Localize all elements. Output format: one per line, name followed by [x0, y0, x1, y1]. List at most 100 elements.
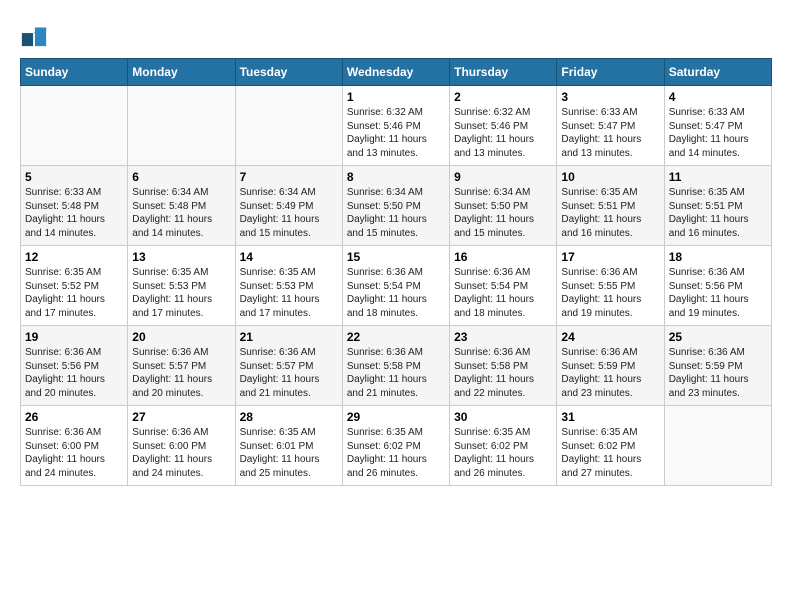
day-info: Sunrise: 6:35 AM Sunset: 5:53 PM Dayligh… [240, 266, 338, 320]
day-number: 24 [561, 330, 659, 344]
day-number: 18 [669, 250, 767, 264]
calendar-cell [128, 86, 235, 166]
day-info: Sunrise: 6:36 AM Sunset: 5:57 PM Dayligh… [132, 346, 230, 400]
day-info: Sunrise: 6:36 AM Sunset: 6:00 PM Dayligh… [132, 426, 230, 480]
day-info: Sunrise: 6:32 AM Sunset: 5:46 PM Dayligh… [454, 106, 552, 160]
day-number: 2 [454, 90, 552, 104]
calendar-cell [21, 86, 128, 166]
day-info: Sunrise: 6:33 AM Sunset: 5:48 PM Dayligh… [25, 186, 123, 240]
day-info: Sunrise: 6:32 AM Sunset: 5:46 PM Dayligh… [347, 106, 445, 160]
day-number: 9 [454, 170, 552, 184]
calendar-cell: 28 Sunrise: 6:35 AM Sunset: 6:01 PM Dayli… [235, 406, 342, 486]
day-number: 30 [454, 410, 552, 424]
day-info: Sunrise: 6:35 AM Sunset: 6:01 PM Dayligh… [240, 426, 338, 480]
day-info: Sunrise: 6:34 AM Sunset: 5:49 PM Dayligh… [240, 186, 338, 240]
day-number: 31 [561, 410, 659, 424]
calendar-header-row: SundayMondayTuesdayWednesdayThursdayFrid… [21, 59, 772, 86]
calendar-cell: 26 Sunrise: 6:36 AM Sunset: 6:00 PM Dayli… [21, 406, 128, 486]
day-info: Sunrise: 6:35 AM Sunset: 6:02 PM Dayligh… [347, 426, 445, 480]
day-number: 11 [669, 170, 767, 184]
day-info: Sunrise: 6:36 AM Sunset: 5:54 PM Dayligh… [347, 266, 445, 320]
day-info: Sunrise: 6:36 AM Sunset: 5:59 PM Dayligh… [561, 346, 659, 400]
day-info: Sunrise: 6:35 AM Sunset: 5:51 PM Dayligh… [669, 186, 767, 240]
calendar-cell: 6Sunrise: 6:34 AM Sunset: 5:48 PM Daylig… [128, 166, 235, 246]
day-number: 17 [561, 250, 659, 264]
calendar-cell: 8 Sunrise: 6:34 AM Sunset: 5:50 PM Daylig… [342, 166, 449, 246]
calendar-week-5: 26 Sunrise: 6:36 AM Sunset: 6:00 PM Dayli… [21, 406, 772, 486]
logo [20, 20, 50, 48]
day-number: 19 [25, 330, 123, 344]
calendar-cell: 2 Sunrise: 6:32 AM Sunset: 5:46 PM Daylig… [450, 86, 557, 166]
day-number: 8 [347, 170, 445, 184]
day-number: 7 [240, 170, 338, 184]
calendar-cell: 29 Sunrise: 6:35 AM Sunset: 6:02 PM Dayli… [342, 406, 449, 486]
day-info: Sunrise: 6:34 AM Sunset: 5:50 PM Dayligh… [347, 186, 445, 240]
calendar-cell: 31 Sunrise: 6:35 AM Sunset: 6:02 PM Dayli… [557, 406, 664, 486]
day-number: 16 [454, 250, 552, 264]
day-info: Sunrise: 6:36 AM Sunset: 5:54 PM Dayligh… [454, 266, 552, 320]
calendar-cell: 21Sunrise: 6:36 AM Sunset: 5:57 PM Dayli… [235, 326, 342, 406]
day-number: 1 [347, 90, 445, 104]
day-number: 3 [561, 90, 659, 104]
day-header-sunday: Sunday [21, 59, 128, 86]
day-number: 29 [347, 410, 445, 424]
day-info: Sunrise: 6:36 AM Sunset: 5:58 PM Dayligh… [454, 346, 552, 400]
day-number: 10 [561, 170, 659, 184]
day-number: 12 [25, 250, 123, 264]
day-number: 27 [132, 410, 230, 424]
calendar-cell: 10 Sunrise: 6:35 AM Sunset: 5:51 PM Dayli… [557, 166, 664, 246]
day-info: Sunrise: 6:36 AM Sunset: 5:57 PM Dayligh… [240, 346, 338, 400]
day-header-monday: Monday [128, 59, 235, 86]
day-header-friday: Friday [557, 59, 664, 86]
day-number: 4 [669, 90, 767, 104]
day-info: Sunrise: 6:35 AM Sunset: 5:51 PM Dayligh… [561, 186, 659, 240]
day-number: 20 [132, 330, 230, 344]
day-header-wednesday: Wednesday [342, 59, 449, 86]
day-header-tuesday: Tuesday [235, 59, 342, 86]
day-info: Sunrise: 6:34 AM Sunset: 5:48 PM Dayligh… [132, 186, 230, 240]
calendar-cell: 27 Sunrise: 6:36 AM Sunset: 6:00 PM Dayli… [128, 406, 235, 486]
day-number: 5 [25, 170, 123, 184]
logo-icon [20, 20, 48, 48]
day-info: Sunrise: 6:35 AM Sunset: 6:02 PM Dayligh… [561, 426, 659, 480]
day-info: Sunrise: 6:35 AM Sunset: 5:52 PM Dayligh… [25, 266, 123, 320]
day-info: Sunrise: 6:33 AM Sunset: 5:47 PM Dayligh… [669, 106, 767, 160]
day-number: 22 [347, 330, 445, 344]
calendar-cell: 5 Sunrise: 6:33 AM Sunset: 5:48 PM Daylig… [21, 166, 128, 246]
calendar-cell: 3 Sunrise: 6:33 AM Sunset: 5:47 PM Daylig… [557, 86, 664, 166]
calendar-cell [664, 406, 771, 486]
day-info: Sunrise: 6:36 AM Sunset: 6:00 PM Dayligh… [25, 426, 123, 480]
day-number: 15 [347, 250, 445, 264]
calendar-week-1: 1 Sunrise: 6:32 AM Sunset: 5:46 PM Daylig… [21, 86, 772, 166]
day-number: 25 [669, 330, 767, 344]
calendar-cell: 12 Sunrise: 6:35 AM Sunset: 5:52 PM Dayli… [21, 246, 128, 326]
day-header-thursday: Thursday [450, 59, 557, 86]
day-number: 13 [132, 250, 230, 264]
day-number: 14 [240, 250, 338, 264]
day-info: Sunrise: 6:33 AM Sunset: 5:47 PM Dayligh… [561, 106, 659, 160]
calendar-cell: 19 Sunrise: 6:36 AM Sunset: 5:56 PM Dayli… [21, 326, 128, 406]
day-info: Sunrise: 6:36 AM Sunset: 5:58 PM Dayligh… [347, 346, 445, 400]
day-number: 26 [25, 410, 123, 424]
calendar-week-3: 12 Sunrise: 6:35 AM Sunset: 5:52 PM Dayli… [21, 246, 772, 326]
day-header-saturday: Saturday [664, 59, 771, 86]
day-info: Sunrise: 6:36 AM Sunset: 5:55 PM Dayligh… [561, 266, 659, 320]
calendar-cell: 25Sunrise: 6:36 AM Sunset: 5:59 PM Dayli… [664, 326, 771, 406]
day-info: Sunrise: 6:35 AM Sunset: 5:53 PM Dayligh… [132, 266, 230, 320]
calendar-cell: 13 Sunrise: 6:35 AM Sunset: 5:53 PM Dayli… [128, 246, 235, 326]
calendar-cell: 30 Sunrise: 6:35 AM Sunset: 6:02 PM Dayli… [450, 406, 557, 486]
calendar-cell: 18 Sunrise: 6:36 AM Sunset: 5:56 PM Dayli… [664, 246, 771, 326]
calendar-cell: 20 Sunrise: 6:36 AM Sunset: 5:57 PM Dayli… [128, 326, 235, 406]
day-number: 28 [240, 410, 338, 424]
page-header [20, 20, 772, 48]
day-info: Sunrise: 6:34 AM Sunset: 5:50 PM Dayligh… [454, 186, 552, 240]
day-info: Sunrise: 6:36 AM Sunset: 5:56 PM Dayligh… [669, 266, 767, 320]
calendar-cell: 11 Sunrise: 6:35 AM Sunset: 5:51 PM Dayli… [664, 166, 771, 246]
calendar-cell: 14 Sunrise: 6:35 AM Sunset: 5:53 PM Dayli… [235, 246, 342, 326]
day-number: 23 [454, 330, 552, 344]
calendar-cell: 16 Sunrise: 6:36 AM Sunset: 5:54 PM Dayli… [450, 246, 557, 326]
day-info: Sunrise: 6:36 AM Sunset: 5:56 PM Dayligh… [25, 346, 123, 400]
calendar-cell: 7 Sunrise: 6:34 AM Sunset: 5:49 PM Daylig… [235, 166, 342, 246]
calendar-cell: 9 Sunrise: 6:34 AM Sunset: 5:50 PM Daylig… [450, 166, 557, 246]
day-info: Sunrise: 6:35 AM Sunset: 6:02 PM Dayligh… [454, 426, 552, 480]
